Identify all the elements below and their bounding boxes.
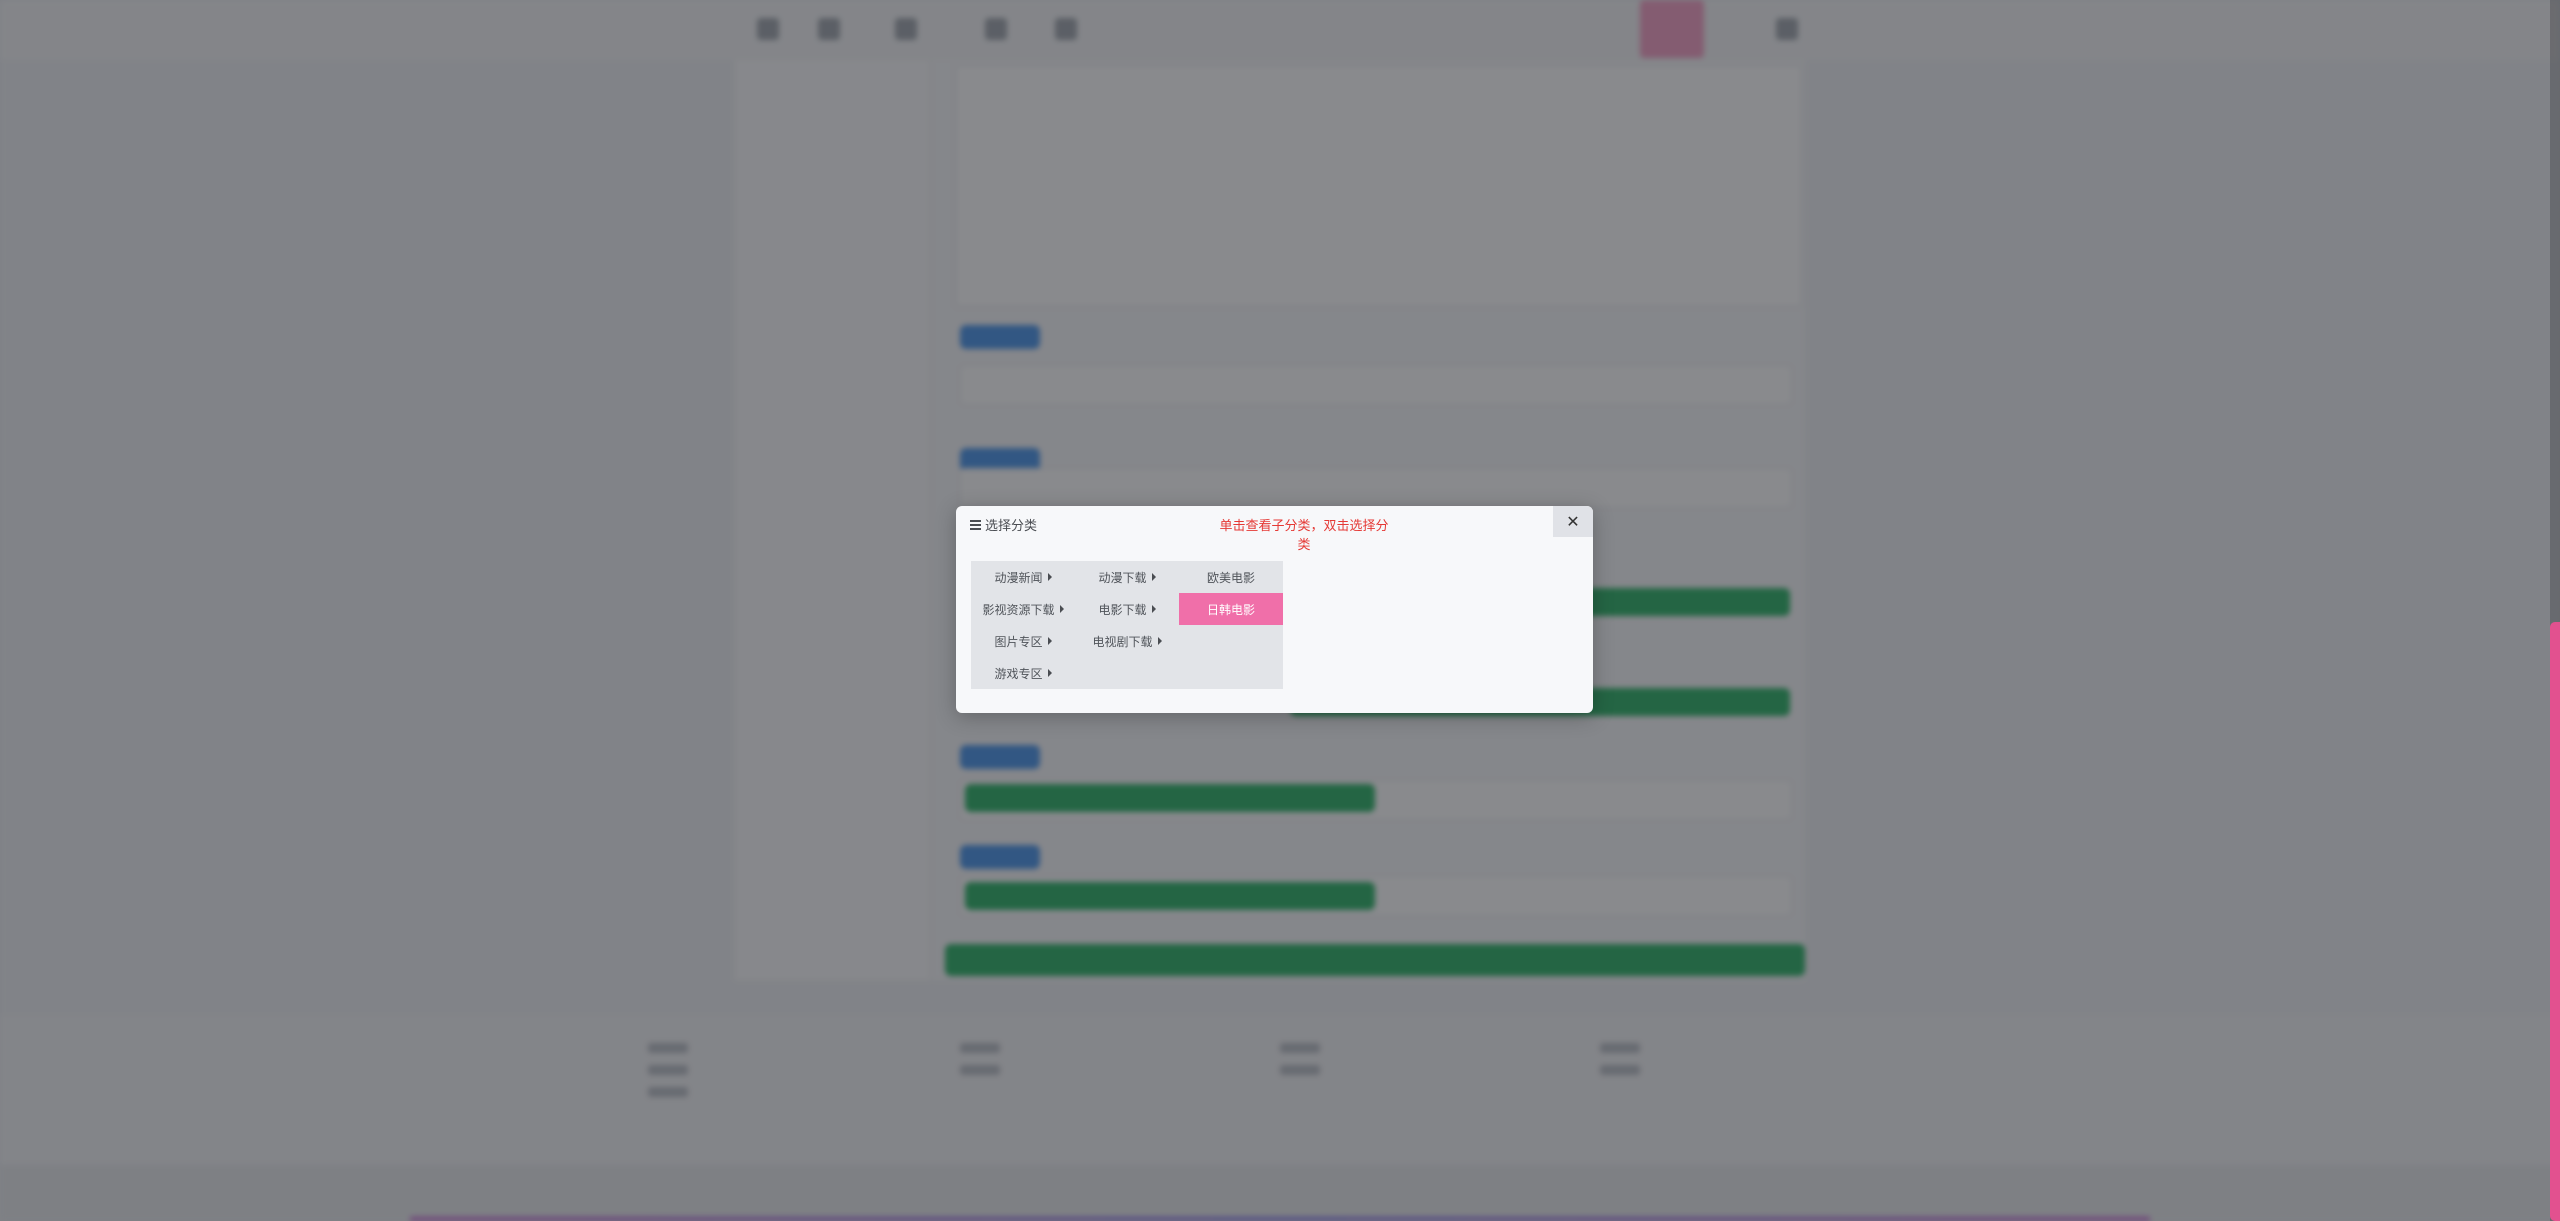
caret-right-icon xyxy=(1047,669,1052,677)
close-button[interactable]: ✕ xyxy=(1553,506,1593,537)
category-item-label: 电视剧下载 xyxy=(1092,634,1153,649)
caret-right-icon xyxy=(1059,605,1064,613)
caret-right-icon xyxy=(1047,637,1052,645)
category-item-western-movies[interactable]: 欧美电影 xyxy=(1179,561,1283,593)
category-select-dialog: 选择分类 单击查看子分类，双击选择分类 ✕ 动漫新闻 影视资源下载 图片专区 游… xyxy=(956,506,1593,713)
category-item-anime-news[interactable]: 动漫新闻 xyxy=(971,561,1075,593)
category-item-tv-download[interactable]: 电视剧下载 xyxy=(1075,625,1179,657)
category-item-jpkr-movies[interactable]: 日韩电影 xyxy=(1179,593,1283,625)
category-item-movie-download[interactable]: 电影下载 xyxy=(1075,593,1179,625)
caret-right-icon xyxy=(1047,573,1052,581)
category-item-label: 日韩电影 xyxy=(1206,602,1255,617)
category-item-label: 影视资源下载 xyxy=(982,602,1055,617)
dialog-hint: 单击查看子分类，双击选择分类 xyxy=(1219,519,1389,553)
category-item-label: 电影下载 xyxy=(1098,602,1147,617)
dialog-title: 选择分类 xyxy=(970,515,1037,534)
category-item-video-resources[interactable]: 影视资源下载 xyxy=(971,593,1075,625)
caret-right-icon xyxy=(1157,637,1162,645)
category-item-pictures[interactable]: 图片专区 xyxy=(971,625,1075,657)
category-item-anime-download[interactable]: 动漫下载 xyxy=(1075,561,1179,593)
category-item-label: 动漫下载 xyxy=(1098,570,1147,585)
category-column-level-2: 动漫下载 电影下载 电视剧下载 xyxy=(1075,561,1179,657)
dialog-title-text: 选择分类 xyxy=(985,519,1038,534)
category-item-label: 图片专区 xyxy=(994,634,1043,649)
category-column-level-1: 动漫新闻 影视资源下载 图片专区 游戏专区 xyxy=(971,561,1075,689)
category-item-label: 游戏专区 xyxy=(994,666,1043,681)
dialog-header: 选择分类 单击查看子分类，双击选择分类 ✕ xyxy=(956,506,1593,553)
page-scrollbar-thumb[interactable] xyxy=(2550,622,2560,1221)
caret-right-icon xyxy=(1151,605,1156,613)
category-item-label: 欧美电影 xyxy=(1206,570,1255,585)
category-column-level-3: 欧美电影 日韩电影 xyxy=(1179,561,1283,625)
menu-icon xyxy=(970,520,981,530)
category-tree: 动漫新闻 影视资源下载 图片专区 游戏专区 动漫下载 电影下载 电视剧下载 欧美… xyxy=(971,561,1283,689)
category-item-label: 动漫新闻 xyxy=(994,570,1043,585)
close-icon: ✕ xyxy=(1566,512,1580,531)
caret-right-icon xyxy=(1151,573,1156,581)
category-item-games[interactable]: 游戏专区 xyxy=(971,657,1075,689)
page-scrollbar[interactable] xyxy=(2550,0,2560,1221)
